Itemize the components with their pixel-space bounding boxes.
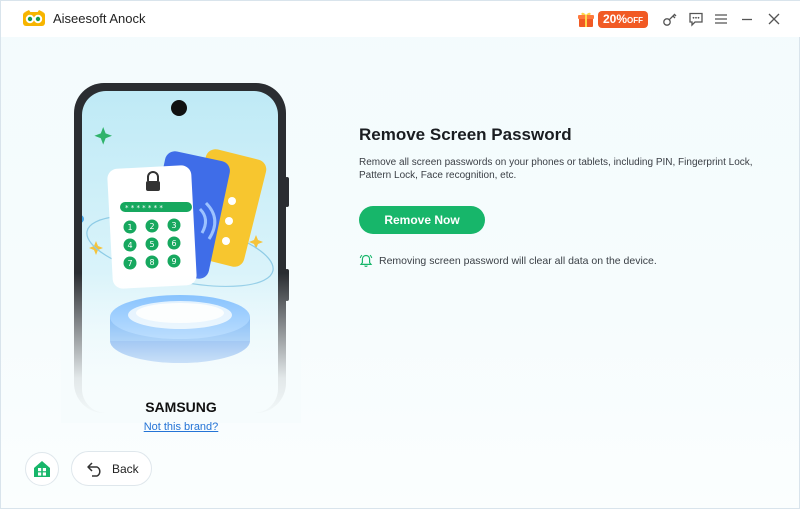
data-loss-warning: Removing screen password will clear all … bbox=[379, 255, 657, 267]
keypad-digit: 3 bbox=[171, 221, 176, 230]
keypad-digit: 5 bbox=[149, 240, 154, 249]
back-label: Back bbox=[112, 461, 139, 476]
keypad-digit: 8 bbox=[149, 258, 154, 267]
keypad-digit: 1 bbox=[127, 223, 132, 232]
back-arrow-icon bbox=[87, 461, 101, 477]
phone-illustration: * * * * * * * 1 2 3 4 5 6 7 8 9 bbox=[61, 73, 301, 423]
phone-camera bbox=[171, 100, 187, 116]
page-title: Remove Screen Password bbox=[359, 125, 572, 144]
key-icon[interactable] bbox=[661, 10, 679, 28]
svg-text:* * * * * * *: * * * * * * * bbox=[125, 204, 163, 212]
change-brand-link[interactable]: Not this brand? bbox=[101, 421, 261, 433]
app-title: Aiseesoft Anock bbox=[53, 11, 146, 26]
keypad-digit: 9 bbox=[171, 257, 176, 266]
gift-icon bbox=[578, 12, 594, 27]
title-bar: Aiseesoft Anock 20%OFF bbox=[1, 1, 800, 37]
feedback-icon[interactable] bbox=[687, 10, 705, 28]
menu-icon[interactable] bbox=[712, 10, 730, 28]
minimize-icon[interactable] bbox=[738, 10, 756, 28]
page-description: Remove all screen passwords on your phon… bbox=[359, 157, 753, 181]
discount-suffix: OFF bbox=[627, 15, 644, 25]
remove-now-button[interactable]: Remove Now bbox=[359, 206, 485, 234]
app-logo-icon bbox=[23, 10, 45, 26]
close-icon[interactable] bbox=[765, 10, 783, 28]
keypad-digit: 7 bbox=[127, 259, 132, 268]
home-button[interactable] bbox=[25, 452, 59, 486]
device-brand: SAMSUNG bbox=[145, 399, 217, 415]
keypad-digit: 2 bbox=[149, 222, 154, 231]
keypad-digit: 4 bbox=[127, 241, 132, 250]
app-window: Aiseesoft Anock 20%OFF * * * * * * * 1 2… bbox=[0, 0, 800, 509]
keypad-digit: 6 bbox=[171, 239, 176, 248]
discount-badge[interactable]: 20%OFF bbox=[598, 10, 649, 28]
discount-percent: 20% bbox=[603, 11, 628, 26]
home-icon bbox=[34, 461, 50, 477]
promo-banner[interactable]: 20%OFF bbox=[577, 9, 649, 29]
bell-warning-icon bbox=[359, 254, 373, 267]
phone-side-button bbox=[285, 177, 289, 207]
back-button[interactable]: Back bbox=[71, 451, 152, 486]
